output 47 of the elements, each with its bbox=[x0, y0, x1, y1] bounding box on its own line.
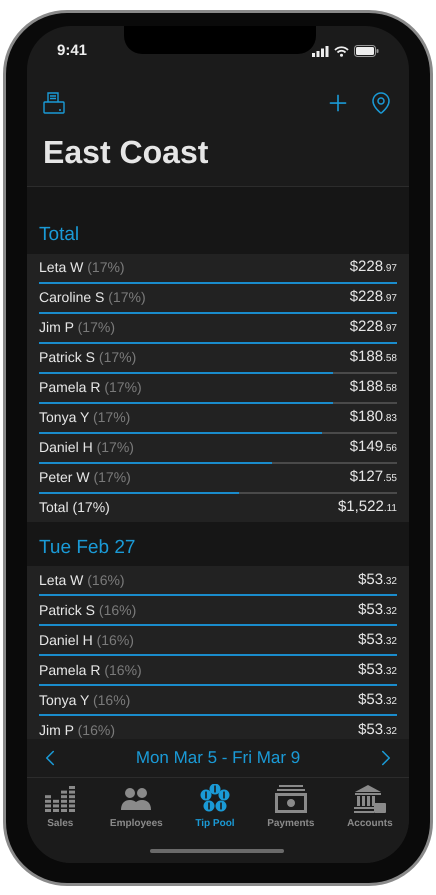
employee-name: Leta W (17%) bbox=[39, 258, 125, 277]
amount: $180.83 bbox=[350, 407, 397, 428]
tab[interactable]: Accounts bbox=[347, 784, 393, 834]
battery-icon bbox=[354, 45, 379, 57]
cash-register-icon[interactable] bbox=[43, 92, 65, 114]
employee-name: Daniel H (16%) bbox=[39, 630, 134, 650]
cash-icon bbox=[274, 784, 308, 814]
employee-name: Leta W (16%) bbox=[39, 570, 125, 590]
amount: $188.58 bbox=[350, 377, 397, 398]
amount: $149.56 bbox=[350, 437, 397, 458]
bank-icon bbox=[352, 784, 387, 814]
amount: $1,522.11 bbox=[338, 497, 397, 518]
amount: $53.32 bbox=[358, 630, 397, 650]
tab[interactable]: Sales bbox=[43, 784, 78, 834]
employee-name: Jim P (17%) bbox=[39, 318, 115, 337]
total-label: Total (17%) bbox=[39, 498, 110, 517]
employee-name: Pamela R (16%) bbox=[39, 660, 142, 680]
date-range: Mon Mar 5 - Fri Mar 9 bbox=[136, 747, 300, 770]
employee-name: Daniel H (17%) bbox=[39, 438, 134, 457]
amount: $228.97 bbox=[350, 257, 397, 278]
wifi-icon bbox=[334, 46, 349, 56]
employee-name: Patrick S (16%) bbox=[39, 600, 136, 620]
amount: $53.32 bbox=[358, 600, 397, 620]
amount: $53.32 bbox=[358, 660, 397, 680]
bar-chart-icon bbox=[43, 784, 78, 814]
amount: $53.32 bbox=[358, 720, 397, 739]
coins-icon bbox=[198, 784, 232, 814]
employee-name: Patrick S (17%) bbox=[39, 348, 136, 367]
employee-name: Caroline S (17%) bbox=[39, 288, 146, 307]
amount: $228.97 bbox=[350, 317, 397, 338]
signal-icon bbox=[312, 46, 329, 56]
employee-name: Jim P (16%) bbox=[39, 720, 115, 739]
tab[interactable]: Tip Pool bbox=[195, 784, 235, 834]
section-heading: Tue Feb 27 bbox=[38, 536, 136, 560]
amount: $127.55 bbox=[350, 467, 397, 488]
employee-name: Peter W (17%) bbox=[39, 468, 131, 487]
amount: $228.97 bbox=[350, 287, 397, 308]
employee-name: Pamela R (17%) bbox=[39, 378, 142, 397]
amount: $188.58 bbox=[350, 347, 397, 368]
tab[interactable]: Employees bbox=[110, 784, 163, 834]
amount: $53.32 bbox=[358, 690, 397, 710]
amount: $53.32 bbox=[358, 570, 397, 590]
section-heading: Total bbox=[38, 223, 80, 247]
employee-name: Tonya Y (17%) bbox=[39, 408, 130, 427]
status-time: 9:41 bbox=[57, 40, 88, 61]
employee-name: Tonya Y (16%) bbox=[39, 690, 130, 710]
tab[interactable]: Payments bbox=[267, 784, 314, 834]
